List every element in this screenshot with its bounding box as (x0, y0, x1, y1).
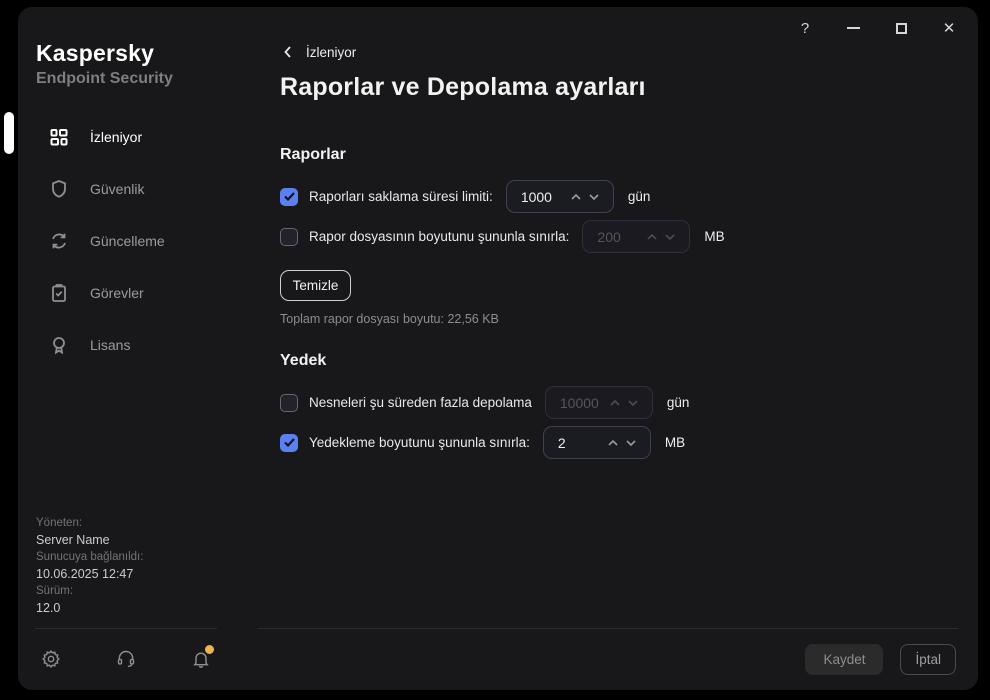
refresh-icon (48, 230, 70, 252)
checkmark-icon (283, 192, 295, 201)
backup-retention-checkbox[interactable] (280, 393, 298, 412)
product-name: Endpoint Security (36, 70, 173, 87)
sidebar-item-guncelleme[interactable]: Güncelleme (18, 215, 258, 267)
backup-size-value[interactable]: 2 (558, 435, 604, 451)
license-icon (48, 334, 70, 356)
breadcrumb[interactable]: İzleniyor (280, 44, 356, 60)
report-filesize-value: 200 (597, 228, 621, 245)
save-button[interactable]: Kaydet (805, 643, 884, 675)
footer-icons (40, 628, 214, 690)
spin-up-icon[interactable] (567, 188, 585, 206)
clear-reports-button[interactable]: Temizle (280, 270, 351, 301)
backup-retention-row: Nesneleri şu süreden fazla depolama 1000… (280, 386, 978, 419)
app-window: ? ✕ Kaspersky Endpoint Security İzleniyo… (18, 7, 978, 690)
back-icon (280, 44, 296, 60)
shield-icon (48, 178, 70, 200)
backup-retention-spinner: 10000 (544, 386, 653, 419)
backup-retention-label: Nesneleri şu süreden fazla depolama (309, 395, 532, 410)
total-report-size: Toplam rapor dosyası boyutu: 22,56 KB (280, 312, 499, 326)
managed-by-label: Yöneten: (36, 517, 83, 529)
backup-size-row: Yedekleme boyutunu şununla sınırla: 2 MB (280, 426, 978, 459)
backup-size-unit: MB (664, 435, 686, 450)
sidebar-item-izleniyor[interactable]: İzleniyor (18, 111, 258, 163)
notifications-button[interactable] (190, 645, 214, 670)
footer: Kaydet İptal (18, 628, 978, 690)
support-button[interactable] (115, 648, 137, 670)
sidebar-item-gorevler[interactable]: Görevler (18, 267, 258, 319)
report-retention-label: Raporları saklama süresi limiti: (309, 189, 493, 204)
sidebar: Kaspersky Endpoint Security İzleniyor Gü… (18, 7, 258, 628)
report-filesize-spinner: 200 (582, 220, 691, 253)
report-retention-value[interactable]: 1000 (521, 189, 567, 205)
tasks-icon (48, 282, 70, 304)
spin-up-icon[interactable] (604, 434, 622, 452)
backup-size-spinner[interactable]: 2 (542, 426, 651, 459)
app-logo: Kaspersky Endpoint Security (36, 40, 173, 88)
report-filesize-label: Rapor dosyasının boyutunu şununla sınırl… (309, 229, 570, 244)
report-filesize-unit: MB (704, 229, 725, 244)
spin-down-icon (661, 228, 679, 246)
gear-icon (42, 649, 60, 669)
brand-name: Kaspersky (36, 40, 155, 66)
spin-down-icon[interactable] (622, 434, 640, 452)
version-label: Sürüm: (36, 585, 74, 597)
sidebar-item-label: Güncelleme (90, 233, 165, 249)
main-content: İzleniyor Raporlar ve Depolama ayarları … (258, 7, 978, 628)
cancel-button[interactable]: İptal (900, 643, 956, 675)
backup-retention-value: 10000 (559, 394, 599, 411)
reports-section-title: Raporlar (280, 146, 346, 163)
backup-retention-unit: gün (666, 395, 690, 410)
backup-section-title: Yedek (280, 352, 327, 369)
sidebar-item-lisans[interactable]: Lisans (18, 319, 258, 371)
report-filesize-checkbox[interactable] (280, 227, 298, 246)
notification-dot (205, 645, 214, 654)
report-retention-unit: gün (627, 189, 651, 204)
spin-up-icon (643, 228, 661, 246)
report-retention-checkbox[interactable] (280, 187, 298, 206)
spin-up-icon (606, 394, 624, 412)
backup-size-label: Yedekleme boyutunu şununla sınırla: (309, 435, 530, 450)
backup-size-checkbox[interactable] (280, 433, 298, 452)
sidebar-item-label: Güvenlik (90, 181, 145, 197)
breadcrumb-label: İzleniyor (306, 44, 357, 60)
spin-down-icon[interactable] (585, 188, 603, 206)
footer-buttons: Kaydet İptal (805, 628, 956, 690)
sidebar-item-guvenlik[interactable]: Güvenlik (18, 163, 258, 215)
connected-label: Sunucuya bağlanıldı: (36, 551, 144, 563)
report-retention-row: Raporları saklama süresi limiti: 1000 gü… (280, 180, 978, 213)
page-title: Raporlar ve Depolama ayarları (280, 73, 646, 101)
report-filesize-row: Rapor dosyasının boyutunu şununla sınırl… (280, 220, 978, 253)
headset-icon (117, 650, 135, 667)
sidebar-item-label: Görevler (90, 285, 144, 301)
active-nav-indicator (4, 112, 14, 154)
managed-by-value: Server Name (36, 532, 110, 547)
connected-value: 10.06.2025 12:47 (36, 566, 134, 581)
sidebar-nav: İzleniyor Güvenlik Güncelleme Görevler L… (18, 111, 258, 371)
version-value: 12.0 (36, 600, 61, 615)
checkmark-icon (283, 438, 295, 447)
sidebar-item-label: Lisans (90, 337, 131, 353)
sidebar-item-label: İzleniyor (90, 129, 143, 145)
spin-down-icon (624, 394, 642, 412)
report-retention-spinner[interactable]: 1000 (505, 180, 614, 213)
settings-button[interactable] (40, 648, 62, 670)
server-info: Yöneten: Server Name Sunucuya bağlanıldı… (36, 512, 143, 614)
dashboard-icon (48, 126, 70, 148)
